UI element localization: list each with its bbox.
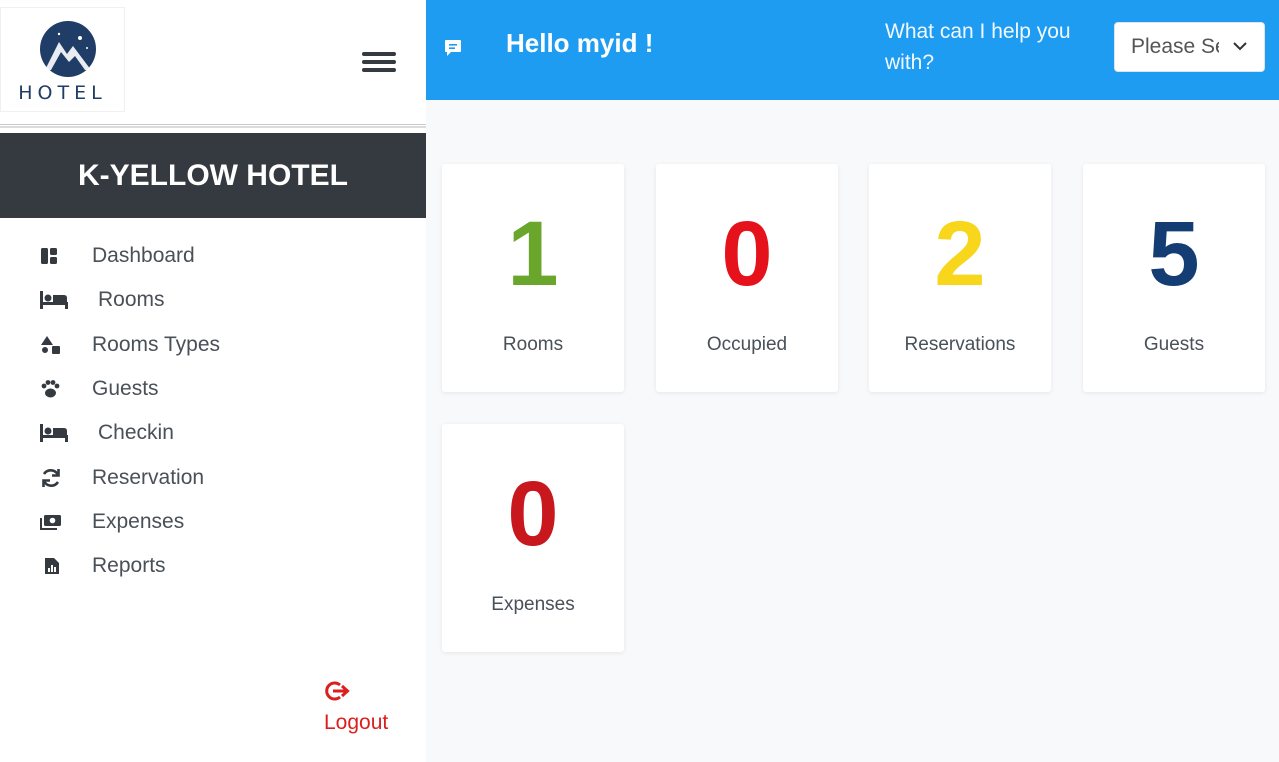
- stat-label: Rooms: [502, 334, 564, 355]
- hamburger-menu-icon[interactable]: [358, 48, 398, 82]
- chat-bubble-icon[interactable]: [444, 39, 462, 62]
- sidebar-item-rooms-types[interactable]: Rooms Types: [0, 323, 426, 367]
- stat-value: 2: [934, 203, 986, 305]
- greeting-text: Hello myid !: [506, 28, 654, 58]
- stat-card-rooms[interactable]: 1 Rooms: [442, 164, 624, 392]
- sidebar-item-label: Rooms Types: [92, 332, 220, 356]
- sidebar-item-checkin[interactable]: Checkin: [0, 411, 426, 455]
- sidebar-item-guests[interactable]: Guests: [0, 367, 426, 411]
- stat-label: Guests: [1143, 334, 1205, 355]
- stat-value: 0: [721, 203, 773, 305]
- stat-label: Occupied: [706, 334, 788, 355]
- stat-value: 5: [1148, 203, 1200, 305]
- bed-icon: [40, 423, 68, 443]
- sidebar-item-label: Expenses: [92, 509, 185, 533]
- money-icon: [40, 512, 68, 532]
- stat-card-reservations[interactable]: 2 Reservations: [869, 164, 1051, 392]
- report-file-icon: [40, 556, 68, 576]
- sidebar-divider: [0, 124, 426, 128]
- sidebar-item-label: Dashboard: [92, 244, 195, 268]
- hotel-logo[interactable]: HOTEL: [0, 7, 125, 112]
- logout-button[interactable]: Logout: [324, 680, 388, 735]
- paw-icon: [40, 379, 68, 399]
- sidebar-item-reports[interactable]: Reports: [0, 544, 426, 588]
- sidebar: HOTEL K-YELLOW HOTEL Dashboard Rooms Roo…: [0, 0, 426, 762]
- shapes-icon: [40, 335, 68, 355]
- sidebar-item-label: Rooms: [98, 288, 165, 312]
- logo-text: HOTEL: [18, 82, 107, 104]
- chevron-down-icon: [1233, 42, 1247, 51]
- top-header: Hello myid ! What can I help you with? P…: [426, 0, 1279, 100]
- sign-out-icon: [325, 681, 350, 701]
- stat-label: Expenses: [491, 594, 575, 615]
- sidebar-item-expenses[interactable]: Expenses: [0, 500, 426, 544]
- sidebar-item-label: Reservation: [92, 465, 205, 489]
- sidebar-item-label: Guests: [92, 377, 159, 401]
- logout-label: Logout: [324, 711, 389, 734]
- sidebar-item-label: Reports: [92, 554, 166, 578]
- select-value: Please Se: [1131, 35, 1219, 58]
- stat-card-expenses[interactable]: 0 Expenses: [442, 424, 624, 652]
- bed-icon: [40, 290, 68, 310]
- hotel-name-banner: K-YELLOW HOTEL: [0, 133, 426, 218]
- dashboard-icon: [40, 246, 68, 266]
- stat-value: 1: [507, 203, 559, 305]
- sync-icon: [40, 468, 68, 488]
- stat-card-guests[interactable]: 5 Guests: [1083, 164, 1265, 392]
- sidebar-item-dashboard[interactable]: Dashboard: [0, 234, 426, 278]
- sidebar-nav: Dashboard Rooms Rooms Types Guests Check…: [0, 234, 426, 588]
- stat-label: Reservations: [904, 334, 1016, 355]
- sidebar-item-rooms[interactable]: Rooms: [0, 278, 426, 322]
- hotel-logo-emblem-icon: [40, 21, 96, 77]
- sidebar-item-reservation[interactable]: Reservation: [0, 455, 426, 499]
- sidebar-item-label: Checkin: [98, 421, 174, 445]
- help-topic-select[interactable]: Please Se: [1114, 22, 1265, 72]
- help-prompt: What can I help you with?: [885, 20, 1071, 74]
- stat-card-occupied[interactable]: 0 Occupied: [656, 164, 838, 392]
- stat-value: 0: [507, 463, 559, 565]
